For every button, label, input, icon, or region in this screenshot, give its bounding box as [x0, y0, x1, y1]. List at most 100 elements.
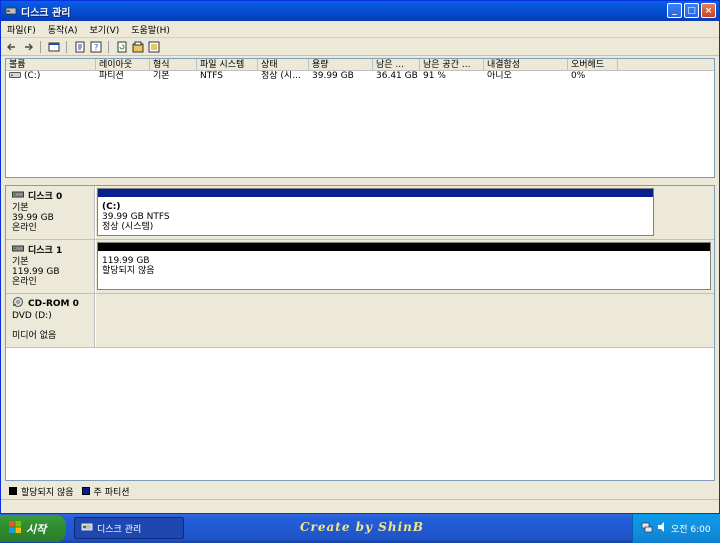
start-label: 시작 [26, 522, 47, 536]
status-bar [1, 499, 719, 513]
menu-action[interactable]: 동작(A) [42, 23, 84, 36]
cdrom-0-type: DVD (D:) [12, 311, 52, 321]
disk-management-icon [81, 521, 93, 536]
refresh-icon[interactable] [115, 40, 128, 53]
disk-drive-icon [12, 244, 24, 256]
empty-label-area [6, 348, 95, 480]
disk-1-size: 119.99 GB [12, 267, 60, 277]
column-header-layout[interactable]: 레이아웃 [96, 59, 150, 70]
partition-unallocated-detail: 119.99 GB [102, 256, 150, 266]
menu-bar: 파일(F) 동작(A) 보기(V) 도움말(H) [1, 21, 719, 38]
cdrom-0-name: CD-ROM 0 [28, 298, 79, 309]
taskbar-item-label: 디스크 관리 [97, 524, 142, 535]
disk-1-label[interactable]: 디스크 1 기본 119.99 GB 온라인 [6, 240, 95, 293]
disk-drive-icon [12, 190, 24, 202]
maximize-button[interactable]: □ [684, 3, 699, 18]
forward-icon[interactable] [21, 40, 34, 53]
taskbar: 시작 디스크 관리 Create by ShinB 오전 6:00 [0, 514, 720, 543]
menu-view[interactable]: 보기(V) [84, 23, 126, 36]
disk-1-status: 온라인 [12, 277, 37, 287]
partition-c-label: (C:) [102, 202, 121, 212]
column-header-filesystem[interactable]: 파일 시스템 [197, 59, 258, 70]
volume-icon[interactable] [657, 521, 667, 536]
partition-c[interactable]: (C:) 39.99 GB NTFS 정상 (시스템) [97, 188, 654, 236]
column-header-volume[interactable]: 볼륨 [6, 59, 96, 70]
window-title: 디스크 관리 [21, 7, 71, 19]
properties-icon[interactable] [73, 40, 86, 53]
cdrom-0-size [12, 321, 94, 331]
cdrom-0-area [96, 294, 714, 347]
partition-unallocated[interactable]: 119.99 GB 할당되지 않음 [97, 242, 711, 290]
disk-graphical-view: 디스크 0 기본 39.99 GB 온라인 (C:) 39.99 GB NTFS… [5, 185, 715, 481]
toolbar-separator [66, 40, 67, 53]
column-header-fault-tolerance[interactable]: 내결함성 [484, 59, 568, 70]
partition-c-state: 정상 (시스템) [102, 222, 154, 232]
partition-c-bar [98, 189, 653, 197]
cell-filesystem: NTFS [200, 71, 223, 81]
cell-status: 정상 (시... [261, 71, 301, 81]
settings-icon[interactable] [147, 40, 160, 53]
legend-unallocated-swatch [9, 487, 17, 495]
volume-list-header: 볼륨 레이아웃 형식 파일 시스템 상태 용량 남은 ... 남은 공간 ...… [6, 59, 714, 71]
disk-0-label[interactable]: 디스크 0 기본 39.99 GB 온라인 [6, 186, 95, 239]
menu-help[interactable]: 도움말(H) [125, 23, 176, 36]
close-button[interactable]: × [701, 3, 716, 18]
disk-management-icon [5, 5, 17, 17]
menu-file[interactable]: 파일(F) [1, 23, 42, 36]
disk-0-size: 39.99 GB [12, 213, 54, 223]
toolbar-separator [40, 40, 41, 53]
network-icon[interactable] [641, 521, 653, 536]
credit-text: Create by ShinB [300, 520, 424, 534]
column-header-free-percent[interactable]: 남은 공간 ... [420, 59, 484, 70]
console-icon[interactable] [47, 40, 60, 53]
title-bar[interactable]: 디스크 관리 _ □ × [1, 1, 719, 21]
cell-overhead: 0% [571, 71, 586, 81]
taskbar-item-disk-management[interactable]: 디스크 관리 [74, 517, 184, 539]
partition-unallocated-state: 할당되지 않음 [102, 266, 155, 276]
svg-text:?: ? [94, 43, 98, 52]
legend-primary-swatch [81, 487, 90, 495]
help-icon[interactable]: ? [89, 40, 102, 53]
volume-list: 볼륨 레이아웃 형식 파일 시스템 상태 용량 남은 ... 남은 공간 ...… [5, 58, 715, 178]
disk-0-type: 기본 [12, 203, 29, 213]
toolbar-separator [108, 40, 109, 53]
column-header-capacity[interactable]: 용량 [309, 59, 373, 70]
cdrom-0-status: 미디어 없음 [12, 331, 57, 341]
cdrom-0-label[interactable]: CD-ROM 0 DVD (D:) 미디어 없음 [6, 294, 95, 347]
disk-0-area: (C:) 39.99 GB NTFS 정상 (시스템) [96, 186, 714, 239]
column-header-type[interactable]: 형식 [150, 59, 197, 70]
windows-flag-icon [8, 520, 22, 537]
cell-volume: (C:) [24, 71, 41, 81]
disk-1-area: 119.99 GB 할당되지 않음 [96, 240, 714, 293]
disk-row-1: 디스크 1 기본 119.99 GB 온라인 119.99 GB 할당되지 않음 [6, 240, 714, 294]
cell-free-percent: 91 % [423, 71, 446, 81]
disk-0-status: 온라인 [12, 223, 37, 233]
disk-management-window: 디스크 관리 _ □ × 파일(F) 동작(A) 보기(V) 도움말(H) ? [0, 0, 720, 514]
back-icon[interactable] [5, 40, 18, 53]
partition-unallocated-bar [98, 243, 710, 251]
disk-drive-icon [9, 71, 21, 82]
start-button[interactable]: 시작 [0, 515, 66, 542]
system-tray: 오전 6:00 [632, 514, 720, 543]
clock[interactable]: 오전 6:00 [671, 522, 711, 535]
cell-free: 36.41 GB [376, 71, 418, 81]
minimize-button[interactable]: _ [667, 3, 682, 18]
disk-1-type: 기본 [12, 257, 29, 267]
cell-layout: 파티션 [99, 71, 124, 81]
column-header-free[interactable]: 남은 ... [373, 59, 420, 70]
disk-0-name: 디스크 0 [28, 192, 63, 202]
legend: 할당되지 않음 주 파티션 [5, 484, 715, 498]
export-icon[interactable] [131, 40, 144, 53]
partition-c-detail: 39.99 GB NTFS [102, 212, 170, 222]
disk-row-0: 디스크 0 기본 39.99 GB 온라인 (C:) 39.99 GB NTFS… [6, 186, 714, 240]
toolbar: ? [1, 38, 719, 56]
column-header-status[interactable]: 상태 [258, 59, 309, 70]
cell-fault-tolerance: 아니오 [487, 71, 512, 81]
cell-type: 기본 [153, 71, 170, 81]
legend-unallocated-label: 할당되지 않음 [21, 487, 74, 498]
column-header-overhead[interactable]: 오버헤드 [568, 59, 618, 70]
table-row[interactable]: (C:) 파티션 기본 NTFS 정상 (시... 39.99 GB 36.41… [6, 71, 714, 82]
cell-capacity: 39.99 GB [312, 71, 354, 81]
disk-row-cdrom: CD-ROM 0 DVD (D:) 미디어 없음 [6, 294, 714, 348]
legend-primary-label: 주 파티션 [93, 487, 130, 498]
